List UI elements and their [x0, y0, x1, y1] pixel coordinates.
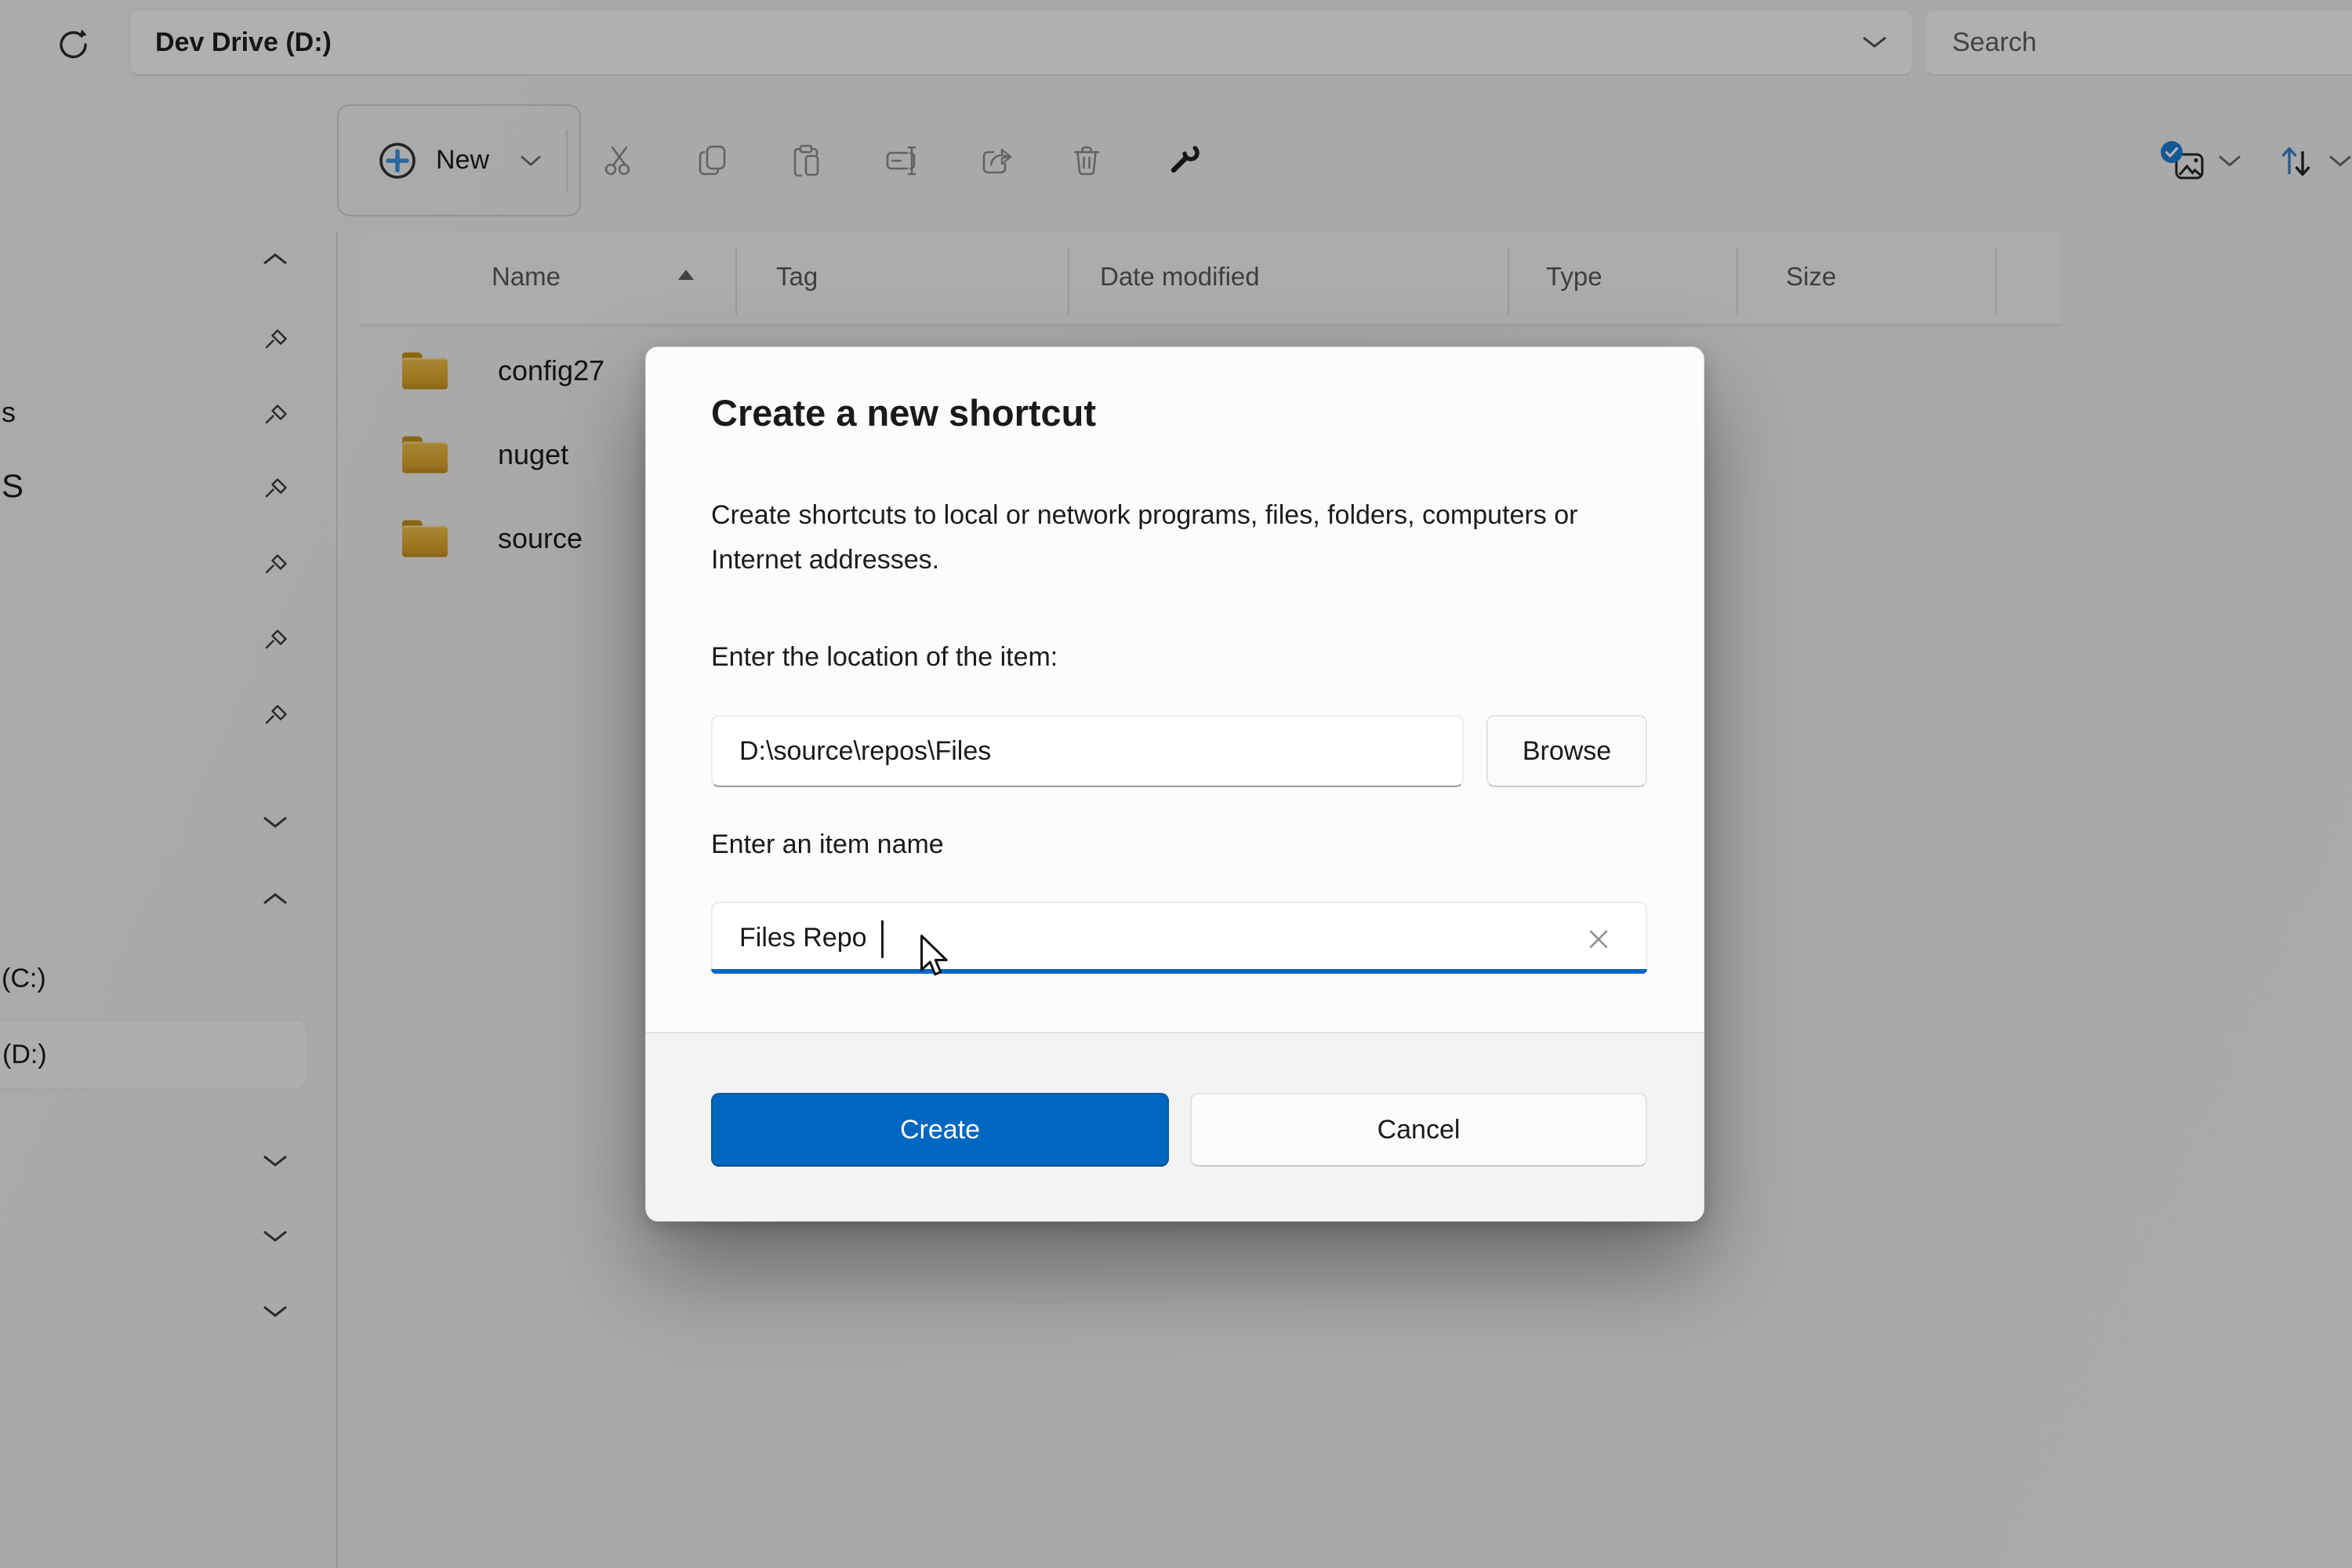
- cancel-button[interactable]: Cancel: [1190, 1093, 1647, 1167]
- item-name-label: Enter an item name: [711, 829, 944, 860]
- mouse-cursor-arrow: [919, 935, 952, 982]
- location-label: Enter the location of the item:: [711, 642, 1058, 673]
- cancel-button-label: Cancel: [1377, 1115, 1461, 1145]
- dialog-description: Create shortcuts to local or network pro…: [711, 493, 1621, 583]
- location-input-value: D:\source\repos\Files: [739, 736, 991, 767]
- browse-button-label: Browse: [1523, 736, 1611, 767]
- item-name-input-value: Files Repo: [739, 923, 867, 953]
- clear-input-x-icon[interactable]: [1584, 925, 1613, 953]
- location-input[interactable]: D:\source\repos\Files: [711, 715, 1464, 787]
- item-name-input[interactable]: Files Repo: [711, 902, 1647, 974]
- create-button-label: Create: [900, 1115, 980, 1145]
- text-caret: [881, 920, 884, 958]
- dialog-title: Create a new shortcut: [711, 391, 1096, 434]
- file-explorer-window: Dev Drive (D:) New: [0, 0, 2352, 1568]
- create-shortcut-dialog: Create a new shortcut Create shortcuts t…: [645, 347, 1704, 1221]
- browse-button[interactable]: Browse: [1486, 715, 1647, 787]
- create-button[interactable]: Create: [711, 1093, 1169, 1167]
